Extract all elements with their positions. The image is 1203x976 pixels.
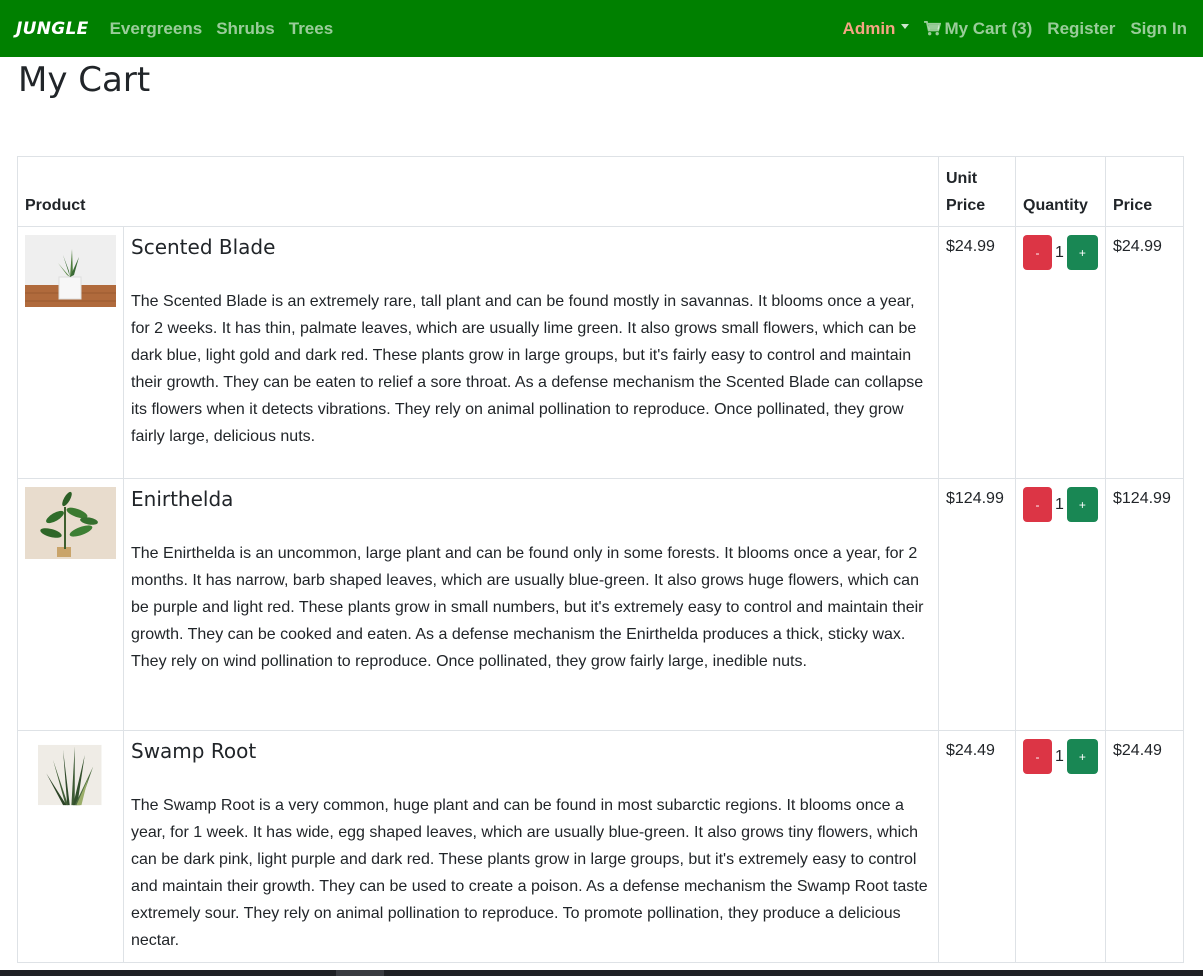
product-image-cell: [17, 478, 124, 731]
line-price: $24.49: [1105, 730, 1184, 963]
product-image[interactable]: [25, 235, 116, 307]
scrollbar-thumb[interactable]: [336, 970, 384, 976]
register-link[interactable]: Register: [1047, 19, 1115, 39]
product-name[interactable]: Swamp Root: [131, 739, 931, 763]
quantity-value: 1: [1055, 747, 1064, 765]
line-price: $24.99: [1105, 226, 1184, 479]
product-info-cell: Scented Blade The Scented Blade is an ex…: [123, 226, 939, 479]
unit-price: $24.49: [938, 730, 1016, 963]
header-quantity: Quantity: [1015, 156, 1106, 227]
header-unit-price: Unit Price: [938, 156, 1016, 227]
table-row: Swamp Root The Swamp Root is a very comm…: [17, 730, 1184, 963]
header-product: Product: [17, 156, 939, 227]
nav-right: Admin My Cart (3) Register Sign In: [828, 19, 1187, 39]
horizontal-scrollbar[interactable]: [0, 970, 1203, 976]
my-cart-label: My Cart (3): [944, 18, 1033, 38]
brand-logo[interactable]: JUNGLE: [16, 19, 89, 39]
product-image[interactable]: [38, 739, 114, 811]
navbar: JUNGLE Evergreens Shrubs Trees Admin My …: [0, 0, 1203, 57]
quantity-stepper: - 1 +: [1023, 487, 1098, 522]
quantity-value: 1: [1055, 243, 1064, 261]
quantity-stepper: - 1 +: [1023, 235, 1098, 270]
decrease-quantity-button[interactable]: -: [1023, 739, 1052, 774]
quantity-cell: - 1 +: [1015, 226, 1106, 479]
product-image[interactable]: [25, 487, 116, 559]
increase-quantity-button[interactable]: +: [1066, 487, 1098, 522]
decrease-quantity-button[interactable]: -: [1023, 487, 1052, 522]
table-row: Enirthelda The Enirthelda is an uncommon…: [17, 478, 1184, 731]
quantity-stepper: - 1 +: [1023, 739, 1098, 774]
cart-table: Product Unit Price Quantity Price Scente…: [17, 156, 1184, 963]
nav-link-evergreens[interactable]: Evergreens: [110, 19, 203, 39]
header-unit-price-label: Unit Price: [946, 170, 986, 214]
nav-link-trees[interactable]: Trees: [289, 19, 333, 39]
product-description: The Enirthelda is an uncommon, large pla…: [131, 545, 924, 670]
product-image-cell: [17, 730, 124, 963]
quantity-value: 1: [1055, 495, 1064, 513]
quantity-cell: - 1 +: [1015, 730, 1106, 963]
sign-in-link[interactable]: Sign In: [1130, 19, 1187, 39]
quantity-cell: - 1 +: [1015, 478, 1106, 731]
nav-link-shrubs[interactable]: Shrubs: [216, 19, 275, 39]
product-info-cell: Swamp Root The Swamp Root is a very comm…: [123, 730, 939, 963]
table-header-row: Product Unit Price Quantity Price: [17, 156, 1184, 227]
product-description: The Swamp Root is a very common, huge pl…: [131, 797, 928, 949]
line-price: $124.99: [1105, 478, 1184, 731]
unit-price: $24.99: [938, 226, 1016, 479]
product-name[interactable]: Enirthelda: [131, 487, 931, 511]
header-price: Price: [1105, 156, 1184, 227]
product-description: The Scented Blade is an extremely rare, …: [131, 293, 924, 445]
unit-price: $124.99: [938, 478, 1016, 731]
product-image-cell: [17, 226, 124, 479]
page-title: My Cart: [18, 60, 151, 100]
product-info-cell: Enirthelda The Enirthelda is an uncommon…: [123, 478, 939, 731]
table-row: Scented Blade The Scented Blade is an ex…: [17, 226, 1184, 479]
admin-label: Admin: [842, 18, 896, 38]
product-name[interactable]: Scented Blade: [131, 235, 931, 259]
my-cart-link[interactable]: My Cart (3): [924, 19, 1032, 39]
admin-dropdown[interactable]: Admin: [843, 19, 910, 39]
increase-quantity-button[interactable]: +: [1066, 739, 1098, 774]
cart-icon: [924, 21, 942, 36]
decrease-quantity-button[interactable]: -: [1023, 235, 1052, 270]
caret-down-icon: [901, 24, 910, 29]
increase-quantity-button[interactable]: +: [1066, 235, 1098, 270]
